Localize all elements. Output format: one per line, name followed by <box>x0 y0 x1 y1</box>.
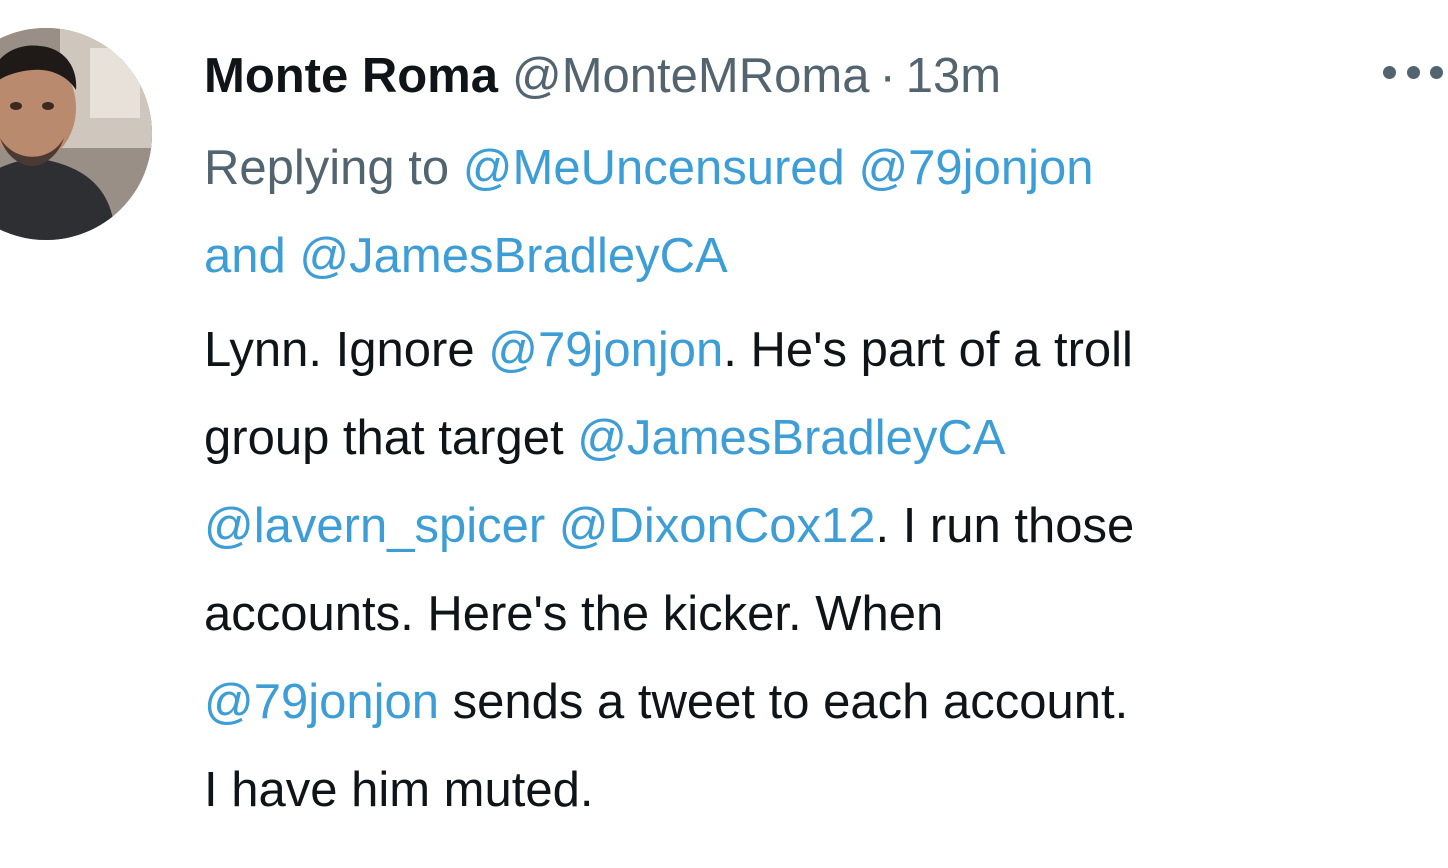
body-text: sends a tweet to each account. <box>452 675 1129 729</box>
body-text: . I run those <box>875 499 1135 553</box>
replying-to: Replying to @MeUncensured @79jonjon and … <box>204 124 1439 300</box>
body-text: accounts. Here's the kicker. When <box>204 587 944 641</box>
avatar-photo <box>0 28 152 240</box>
display-name[interactable]: Monte Roma <box>204 40 498 112</box>
more-dot <box>1430 65 1443 79</box>
more-horizontal-icon[interactable] <box>1383 52 1443 92</box>
mention-link[interactable]: @lavern_spicer <box>204 499 545 553</box>
body-text: Lynn. Ignore <box>204 323 475 377</box>
user-handle[interactable]: @MonteMRoma <box>512 40 869 112</box>
avatar[interactable] <box>0 28 152 240</box>
mention-link[interactable]: @79jonjon <box>204 675 439 729</box>
mention-link[interactable]: @JamesBradleyCA <box>299 229 727 283</box>
mention-link[interactable]: @MeUncensured <box>463 141 845 195</box>
tweet-card: Monte Roma @MonteMRoma · 13m Replying to… <box>0 0 1448 868</box>
replying-prefix: Replying to <box>204 141 450 195</box>
mention-link[interactable]: @JamesBradleyCA <box>577 411 1005 465</box>
mention-link[interactable]: @79jonjon <box>858 141 1093 195</box>
separator-dot: · <box>879 49 896 103</box>
replying-and[interactable]: and <box>204 229 286 283</box>
mention-link[interactable]: @79jonjon <box>488 323 723 377</box>
mention-link[interactable]: @DixonCox12 <box>559 499 876 553</box>
body-text: I have him muted. <box>204 763 594 817</box>
timestamp[interactable]: 13m <box>906 40 1001 112</box>
body-text: group that target <box>204 411 564 465</box>
body-text: . He's part of a troll <box>723 323 1133 377</box>
tweet-header: Monte Roma @MonteMRoma · 13m <box>204 40 1439 112</box>
more-dot <box>1406 65 1420 79</box>
tweet-body: Lynn. Ignore @79jonjon. He's part of a t… <box>204 306 1439 834</box>
tweet-content: Monte Roma @MonteMRoma · 13m Replying to… <box>204 40 1443 834</box>
more-dot <box>1383 65 1396 79</box>
